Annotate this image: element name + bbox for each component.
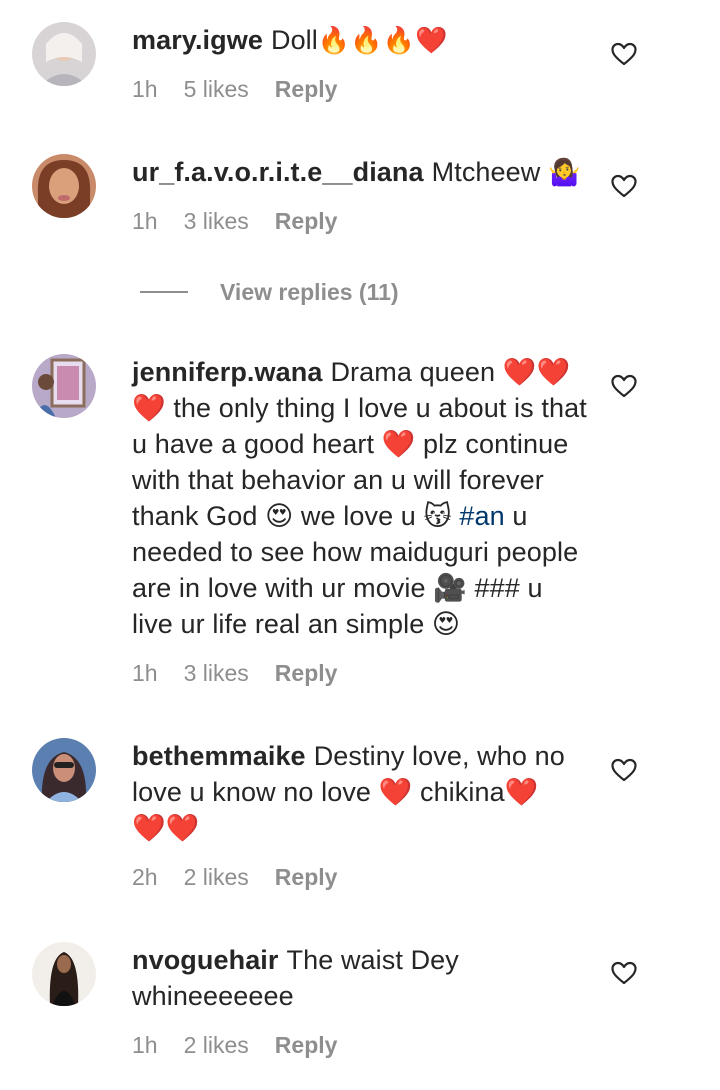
comment-text: jenniferp.wana Drama queen ❤️❤️ ❤️ the on… (132, 354, 587, 642)
comment-likes[interactable]: 3 likes (184, 658, 249, 688)
comment-message: Mtcheew (431, 157, 541, 187)
comment-time: 1h (132, 660, 158, 686)
reply-button[interactable]: Reply (275, 862, 338, 892)
comment-text: mary.igwe Doll🔥🔥🔥❤️ (132, 22, 582, 59)
avatar[interactable] (32, 738, 96, 802)
heart-outline-icon[interactable] (611, 174, 637, 198)
comment-time: 1h (132, 1032, 158, 1058)
view-replies-label: View replies (11) (220, 278, 399, 305)
comment-username[interactable]: nvoguehair (132, 945, 279, 975)
view-replies-divider (140, 291, 188, 293)
comment-username[interactable]: jenniferp.wana (132, 357, 322, 387)
comment-meta: 1h 3 likes Reply (132, 206, 363, 236)
emoji-reaction: 🤷‍♀️ (547, 158, 581, 188)
avatar[interactable] (32, 154, 96, 218)
comment-meta: 1h 3 likes Reply (132, 658, 363, 688)
comment-likes[interactable]: 3 likes (184, 206, 249, 236)
emoji-reaction: 🔥🔥🔥❤️ (317, 26, 448, 56)
heart-outline-icon[interactable] (611, 42, 637, 66)
heart-outline-icon[interactable] (611, 374, 637, 398)
heart-outline-icon[interactable] (611, 758, 637, 782)
reply-button[interactable]: Reply (275, 1030, 338, 1060)
comment-username[interactable]: mary.igwe (132, 25, 263, 55)
avatar[interactable] (32, 942, 96, 1006)
comment-text: bethemmaike Destiny love, who no love u k… (132, 738, 577, 846)
comment-time: 1h (132, 76, 158, 102)
view-replies-button[interactable]: View replies (11) (140, 276, 399, 308)
comment-time: 1h (132, 208, 158, 234)
comment-likes[interactable]: 2 likes (184, 862, 249, 892)
comment-meta: 1h 5 likes Reply (132, 74, 363, 104)
comment-meta: 2h 2 likes Reply (132, 862, 363, 892)
avatar[interactable] (32, 354, 96, 418)
comment-text: ur_f.a.v.o.r.i.t.e__diana Mtcheew 🤷‍♀️ (132, 154, 582, 191)
reply-button[interactable]: Reply (275, 658, 338, 688)
comment-likes[interactable]: 5 likes (184, 74, 249, 104)
reply-button[interactable]: Reply (275, 74, 338, 104)
comment-time: 2h (132, 864, 158, 890)
comment-username[interactable]: bethemmaike (132, 741, 306, 771)
heart-outline-icon[interactable] (611, 961, 637, 985)
comment-message: Doll (270, 25, 318, 55)
reply-button[interactable]: Reply (275, 206, 338, 236)
comment-text: nvoguehair The waist Dey whineeeeeee (132, 942, 532, 1014)
comment-likes[interactable]: 2 likes (184, 1030, 249, 1060)
comment-username[interactable]: ur_f.a.v.o.r.i.t.e__diana (132, 157, 424, 187)
comment-meta: 1h 2 likes Reply (132, 1030, 363, 1060)
hashtag-link[interactable]: #an (459, 501, 504, 531)
avatar[interactable] (32, 22, 96, 86)
